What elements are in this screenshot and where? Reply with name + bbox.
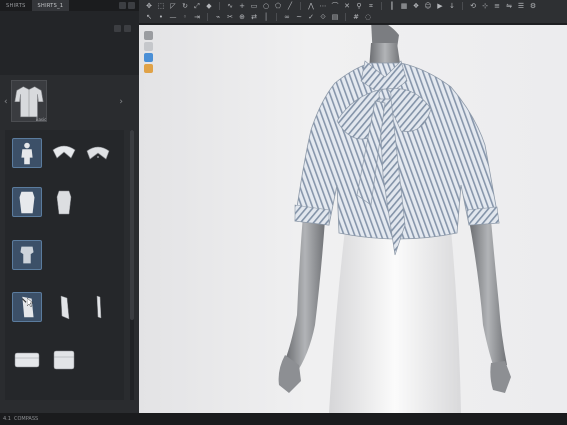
grid-icon[interactable]: # xyxy=(352,13,360,21)
3d-viewport[interactable] xyxy=(139,25,567,413)
shirt-category-icon xyxy=(14,86,44,118)
edit-point-icon[interactable]: ◆ xyxy=(205,2,213,10)
prev-category-arrow[interactable]: ‹ xyxy=(4,97,8,107)
grid-view-icon[interactable] xyxy=(114,25,121,32)
merge-icon[interactable]: ⊕ xyxy=(238,13,246,21)
sleeve-block-item[interactable] xyxy=(12,292,42,322)
line-icon[interactable]: │ xyxy=(262,13,270,21)
close-icon[interactable] xyxy=(128,2,135,9)
scrollbar-thumb[interactable] xyxy=(130,130,134,320)
gravity-icon[interactable]: ↓ xyxy=(448,2,456,10)
library-scrollbar[interactable] xyxy=(130,130,134,400)
collar-block-item[interactable] xyxy=(49,138,79,168)
library-panel: SHIRTS SHIRTS_1 ‹ Basic › xyxy=(0,0,139,413)
tack-icon[interactable]: ✕ xyxy=(343,2,351,10)
seam-icon[interactable]: ⋯ xyxy=(319,2,327,10)
sleeve-long-block-item[interactable] xyxy=(49,292,79,322)
curve-point-icon[interactable]: ◦ xyxy=(181,13,189,21)
library-tools xyxy=(114,25,131,32)
align-icon[interactable]: ≡ xyxy=(493,2,501,10)
toolbar-separator xyxy=(462,2,463,10)
arrow-icon[interactable]: ↖ xyxy=(145,13,153,21)
library-header xyxy=(0,11,139,75)
toolbar-separator xyxy=(300,2,301,10)
toolbar-separator xyxy=(219,2,220,10)
free-sew-icon[interactable]: ~ xyxy=(295,13,303,21)
internal-line-icon[interactable]: ╱ xyxy=(286,2,294,10)
yoke-block-item[interactable] xyxy=(12,240,42,270)
status-bar: 4.1 COMPASS xyxy=(0,413,567,425)
pin-icon[interactable]: ⚲ xyxy=(355,2,363,10)
reset-icon[interactable]: ⟲ xyxy=(469,2,477,10)
settings-icon[interactable]: ⚙ xyxy=(529,2,537,10)
polygon-icon[interactable]: ⬠ xyxy=(274,2,282,10)
toolbar-separator xyxy=(345,13,346,21)
texture-icon[interactable]: ▦ xyxy=(400,2,408,10)
curve-icon[interactable]: ∿ xyxy=(226,2,234,10)
cuff-block-item[interactable] xyxy=(12,345,42,375)
cuff-folded-block-item[interactable] xyxy=(49,345,79,375)
mouse-cursor-icon xyxy=(27,298,34,307)
avatar-block-item[interactable] xyxy=(12,138,42,168)
cut-icon[interactable]: ✂ xyxy=(226,13,234,21)
transform-icon[interactable]: ⬚ xyxy=(157,2,165,10)
move-icon[interactable]: ✥ xyxy=(145,2,153,10)
avatar-icon[interactable]: ☺ xyxy=(424,2,432,10)
category-label: Basic xyxy=(35,117,47,122)
circle-icon[interactable]: ○ xyxy=(262,2,270,10)
segment-icon[interactable]: — xyxy=(169,13,177,21)
check-icon[interactable]: ✓ xyxy=(307,13,315,21)
top-toolbar: ✥ ⬚ ◸ ↻ ⤢ ◆ ∿ + ▭ ○ ⬠ ╱ ⋀ ⋯ ⌒ ✕ ⚲ ⌗ ┃ ▦ ❖ ☺ ▶ ↓ ⟲ ⊹ ≡ ⇋ ☰ ⚙ ↖ • — ◦ ⇥ ⌁ ✂ ⊕ ⇄… xyxy=(139,0,567,24)
simulate-icon[interactable]: ▶ xyxy=(436,2,444,10)
toolbar-separator xyxy=(207,13,208,21)
status-text: COMPASS xyxy=(14,416,39,422)
placket-block-item[interactable] xyxy=(83,292,113,322)
toolbar-separator xyxy=(276,13,277,21)
fold-arrange-icon[interactable]: ⟐ xyxy=(319,13,327,21)
toolbar-separator xyxy=(381,2,382,10)
collar-band-block-item[interactable] xyxy=(83,138,113,168)
status-version: 4.1 xyxy=(3,416,11,422)
category-selector: ‹ Basic › xyxy=(0,75,139,127)
rectangle-icon[interactable]: ▭ xyxy=(250,2,258,10)
avatar-render xyxy=(278,25,511,413)
block-grid xyxy=(5,130,124,400)
dot-icon[interactable]: • xyxy=(157,13,165,21)
library-tabs: SHIRTS SHIRTS_1 xyxy=(0,0,139,11)
graphic-icon[interactable]: ❖ xyxy=(412,2,420,10)
clo3d-app: SHIRTS SHIRTS_1 ‹ Basic › ✥ ⬚ ◸ ↻ ⤢ ◆ ∿ … xyxy=(0,0,567,425)
ruler-icon[interactable]: ┃ xyxy=(388,2,396,10)
minimize-icon[interactable] xyxy=(119,2,126,9)
rotate-icon[interactable]: ↻ xyxy=(181,2,189,10)
symmetric-icon[interactable]: ⇋ xyxy=(505,2,513,10)
trace-icon[interactable]: ⌁ xyxy=(214,13,222,21)
scale-icon[interactable]: ⤢ xyxy=(193,2,201,10)
select-icon[interactable]: ◸ xyxy=(169,2,177,10)
tab-shirts-1[interactable]: SHIRTS_1 xyxy=(31,0,70,11)
dart-icon[interactable]: ⋀ xyxy=(307,2,315,10)
add-point-icon[interactable]: + xyxy=(238,2,246,10)
category-thumbnail[interactable]: Basic xyxy=(11,80,47,122)
panel-window-controls xyxy=(115,0,139,11)
flip-icon[interactable]: ⇄ xyxy=(250,13,258,21)
hide-icon[interactable]: ◌ xyxy=(364,13,372,21)
fold-icon[interactable]: ⌒ xyxy=(331,2,339,10)
next-category-arrow[interactable]: › xyxy=(119,97,123,107)
offset-icon[interactable]: ⇥ xyxy=(193,13,201,21)
front-body-block-item[interactable] xyxy=(12,187,42,217)
snap-icon[interactable]: ⊹ xyxy=(481,2,489,10)
arrange-icon[interactable]: ▤ xyxy=(331,13,339,21)
list-view-icon[interactable] xyxy=(124,25,131,32)
toolbar-row-1: ✥ ⬚ ◸ ↻ ⤢ ◆ ∿ + ▭ ○ ⬠ ╱ ⋀ ⋯ ⌒ ✕ ⚲ ⌗ ┃ ▦ ❖ ☺ ▶ ↓ ⟲ ⊹ ≡ ⇋ ☰ ⚙ xyxy=(145,2,537,10)
measure-icon[interactable]: ⌗ xyxy=(367,2,375,10)
toolbar-row-2: ↖ • — ◦ ⇥ ⌁ ✂ ⊕ ⇄ │ ∞ ~ ✓ ⟐ ▤ # ◌ xyxy=(145,13,372,21)
sew-icon[interactable]: ∞ xyxy=(283,13,291,21)
back-body-block-item[interactable] xyxy=(49,187,79,217)
tab-shirts[interactable]: SHIRTS xyxy=(0,0,32,11)
layer-icon[interactable]: ☰ xyxy=(517,2,525,10)
